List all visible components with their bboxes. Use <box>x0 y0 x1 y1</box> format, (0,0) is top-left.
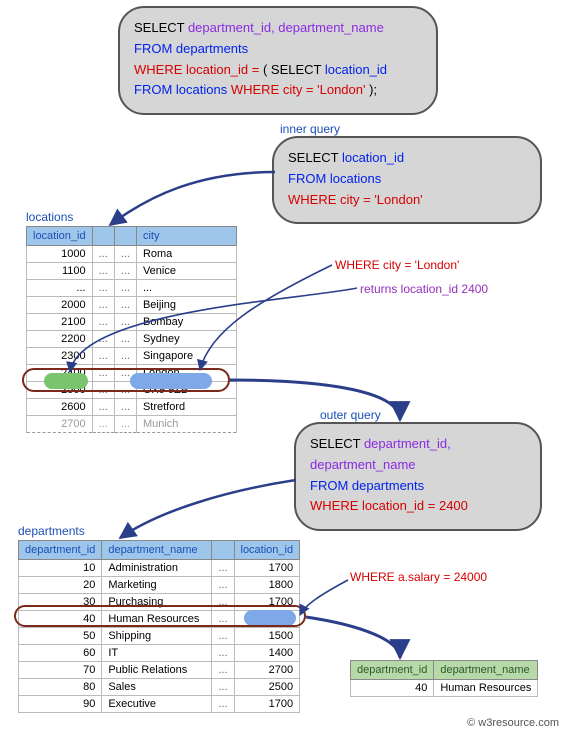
table-row: 2500......OX9 9ZB <box>27 382 237 399</box>
table-row: 2600......Stretford <box>27 399 237 416</box>
label-departments: departments <box>18 524 85 538</box>
th-dept-id: department_id <box>19 541 102 560</box>
th-ell <box>92 227 114 246</box>
tbl: departments <box>352 478 424 493</box>
table-row: 90Executive...1700 <box>19 696 300 713</box>
table-row: 2400......London <box>27 365 237 382</box>
table-row: 80Sales...2500 <box>19 679 300 696</box>
label-outer-query: outer query <box>320 408 381 422</box>
kw: FROM <box>310 478 352 493</box>
table-row: 40 Human Resources <box>351 680 538 697</box>
label-inner-query: inner query <box>280 122 340 136</box>
th-ell <box>212 541 234 560</box>
kw: SELECT <box>310 436 364 451</box>
kw: FROM <box>288 171 330 186</box>
txt: ); <box>369 82 377 97</box>
anno-where-salary: WHERE a.salary = 24000 <box>350 570 487 584</box>
th-city: city <box>136 227 236 246</box>
copyright: © w3resource.com <box>467 717 559 729</box>
tbl: locations <box>176 82 231 97</box>
tbl: departments <box>176 41 248 56</box>
txt: ( SELECT <box>263 62 325 77</box>
table-departments: department_id department_name location_i… <box>18 540 300 713</box>
txt: city = 'London' <box>340 192 423 207</box>
sql-inner-query: SELECT location_id FROM locations WHERE … <box>272 136 542 224</box>
table-row-torn: 2700......Munich <box>27 416 237 433</box>
th-result-dept-name: department_name <box>434 661 538 680</box>
kw: WHERE <box>231 82 283 97</box>
kw: SELECT <box>288 150 342 165</box>
table-row: 10Administration...1700 <box>19 560 300 577</box>
sql-top-query: SELECT department_id, department_name FR… <box>118 6 438 115</box>
kw: WHERE <box>288 192 340 207</box>
kw: SELECT <box>134 20 188 35</box>
txt: location_id = <box>186 62 263 77</box>
th-location-id: location_id <box>27 227 93 246</box>
txt: location_id = 2400 <box>362 498 468 513</box>
fld: department_id, <box>364 436 451 451</box>
txt: city = 'London' <box>283 82 369 97</box>
table-row: 2300......Singapore <box>27 348 237 365</box>
th-loc-id: location_id <box>234 541 300 560</box>
fld: department_name <box>310 457 416 472</box>
table-row: 2200......Sydney <box>27 331 237 348</box>
kw: WHERE <box>310 498 362 513</box>
table-row: 60IT...1400 <box>19 645 300 662</box>
table-row: 2000......Beijing <box>27 297 237 314</box>
kw: FROM <box>134 82 176 97</box>
table-row: 50Shipping...1500 <box>19 628 300 645</box>
table-row: 70Public Relations...2700 <box>19 662 300 679</box>
table-row: 30Purchasing...1700 <box>19 594 300 611</box>
kw: WHERE <box>134 62 186 77</box>
th-ell <box>114 227 136 246</box>
fld: department_id, department_name <box>188 20 384 35</box>
sql-outer-query: SELECT department_id, department_name FR… <box>294 422 542 531</box>
table-row: 40Human Resources...2400 <box>19 611 300 628</box>
table-result: department_id department_name 40 Human R… <box>350 660 538 697</box>
th-dept-name: department_name <box>102 541 212 560</box>
table-row: 1100......Venice <box>27 263 237 280</box>
fld: location_id <box>342 150 404 165</box>
table-locations: location_id city 1000......Roma 1100....… <box>26 226 237 433</box>
th-result-dept-id: department_id <box>351 661 434 680</box>
table-row: 20Marketing...1800 <box>19 577 300 594</box>
kw: FROM <box>134 41 176 56</box>
table-row: ............ <box>27 280 237 297</box>
tbl: locations <box>330 171 381 186</box>
fld: location_id <box>325 62 387 77</box>
table-row: 1000......Roma <box>27 246 237 263</box>
anno-where-city: WHERE city = 'London' <box>335 258 459 272</box>
label-locations: locations <box>26 210 73 224</box>
table-row: 2100......Bombay <box>27 314 237 331</box>
anno-returns: returns location_id 2400 <box>360 282 488 296</box>
